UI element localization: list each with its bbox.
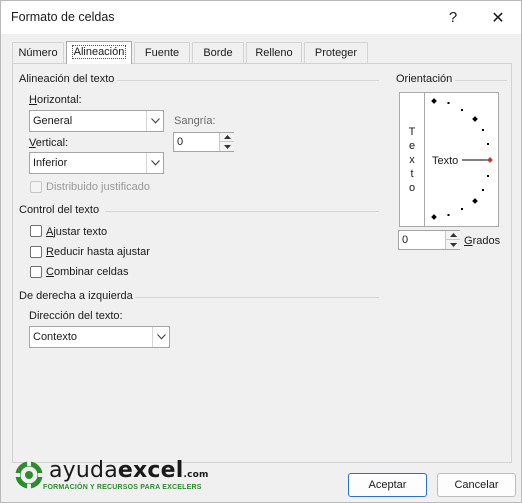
text-direction-value: Contexto	[33, 331, 78, 343]
tab-fuente[interactable]: Fuente	[134, 42, 190, 64]
dial-tick-45	[472, 116, 478, 122]
justify-distributed-label: Distribuido justificado	[46, 181, 150, 193]
chevron-down-icon[interactable]	[146, 153, 163, 173]
dial-tick-90	[431, 98, 437, 104]
vertical-text-toggle[interactable]: T e x t o	[400, 93, 425, 226]
merge-cells-checkbox[interactable]	[30, 266, 42, 278]
indent-value: 0	[177, 136, 184, 148]
justify-distributed-checkbox[interactable]	[30, 181, 42, 193]
merge-cells-label: Combinar celdas	[46, 266, 129, 278]
chevron-down-icon[interactable]	[152, 327, 169, 347]
wrap-text-checkbox[interactable]	[30, 225, 42, 237]
degrees-spinner[interactable]: 0	[398, 230, 460, 250]
dial-tick-minus-45	[472, 198, 478, 204]
degrees-spin-buttons[interactable]	[445, 231, 460, 249]
orientation-dial[interactable]: Texto	[426, 93, 498, 226]
dial-marker-0[interactable]	[487, 157, 493, 163]
text-direction-select[interactable]: Contexto	[29, 326, 170, 348]
horizontal-select[interactable]: General	[29, 110, 164, 132]
rtl-group-label: De derecha a izquierda	[19, 290, 133, 302]
degrees-label: Grados	[464, 235, 501, 247]
vertical-value: Inferior	[33, 157, 68, 169]
spin-up-icon[interactable]	[220, 133, 234, 142]
shrink-to-fit-checkbox[interactable]	[30, 246, 42, 258]
group-divider	[135, 297, 379, 298]
dialog-title: Formato de celdas	[11, 10, 115, 24]
dial-tick	[461, 208, 463, 210]
text-control-group-label: Control del texto	[19, 204, 100, 216]
spin-down-icon[interactable]	[446, 240, 460, 249]
dial-tick	[447, 214, 450, 216]
tab-numero[interactable]: Número	[12, 42, 64, 64]
dial-tick	[447, 102, 450, 104]
tab-borde[interactable]: Borde	[192, 42, 244, 64]
wrap-text-label: Ajustar texto	[46, 226, 108, 238]
group-divider	[105, 211, 379, 212]
logo-mark-icon	[14, 460, 44, 490]
tab-relleno[interactable]: Relleno	[246, 42, 302, 64]
text-direction-label: Dirección del texto:	[29, 310, 123, 322]
ok-button[interactable]: Aceptar	[348, 473, 427, 497]
indent-label: Sangría:	[174, 115, 216, 127]
group-divider	[455, 80, 507, 81]
orientation-group-label: Orientación	[396, 73, 453, 85]
chevron-down-icon[interactable]	[146, 111, 163, 131]
dial-text: Texto	[432, 155, 459, 167]
dial-tick	[482, 129, 484, 131]
help-button[interactable]: ?	[431, 1, 475, 34]
tab-strip: Número Alineación Fuente Borde Relleno P…	[12, 41, 512, 64]
orientation-box: T e x t o Texto	[399, 92, 499, 227]
dial-tick	[487, 143, 489, 145]
group-divider	[117, 80, 379, 81]
format-cells-dialog: Formato de celdas ? ✕ Número Alineación …	[0, 0, 522, 503]
logo-tagline: FORMACIÓN Y RECURSOS PARA EXCELERS	[43, 484, 202, 491]
cancel-button[interactable]: Cancelar	[437, 473, 516, 497]
indent-spin-buttons[interactable]	[219, 133, 234, 151]
spin-up-icon[interactable]	[446, 231, 460, 240]
tab-alineacion[interactable]: Alineación	[66, 41, 132, 64]
degrees-value: 0	[402, 234, 409, 246]
indent-spinner[interactable]: 0	[173, 132, 234, 152]
ayudaexcel-logo: ayudaexcel.com FORMACIÓN Y RECURSOS PARA…	[13, 456, 233, 496]
dial-tick	[487, 175, 489, 177]
horizontal-label: Horizontal:	[29, 94, 82, 106]
dial-tick	[482, 189, 484, 191]
dial-tick	[461, 109, 463, 111]
spin-down-icon[interactable]	[220, 142, 234, 151]
vertical-select[interactable]: Inferior	[29, 152, 164, 174]
logo-wordmark: ayudaexcel.com	[49, 458, 209, 483]
vertical-label: Vertical:	[29, 137, 69, 149]
horizontal-value: General	[33, 115, 73, 127]
tab-proteger[interactable]: Proteger	[304, 42, 368, 64]
close-button[interactable]: ✕	[476, 1, 520, 34]
text-alignment-group-label: Alineación del texto	[19, 73, 115, 85]
shrink-to-fit-label: Reducir hasta ajustar	[46, 246, 150, 258]
dial-tick-minus-90	[431, 214, 437, 220]
title-bar: Formato de celdas ? ✕	[1, 1, 521, 34]
